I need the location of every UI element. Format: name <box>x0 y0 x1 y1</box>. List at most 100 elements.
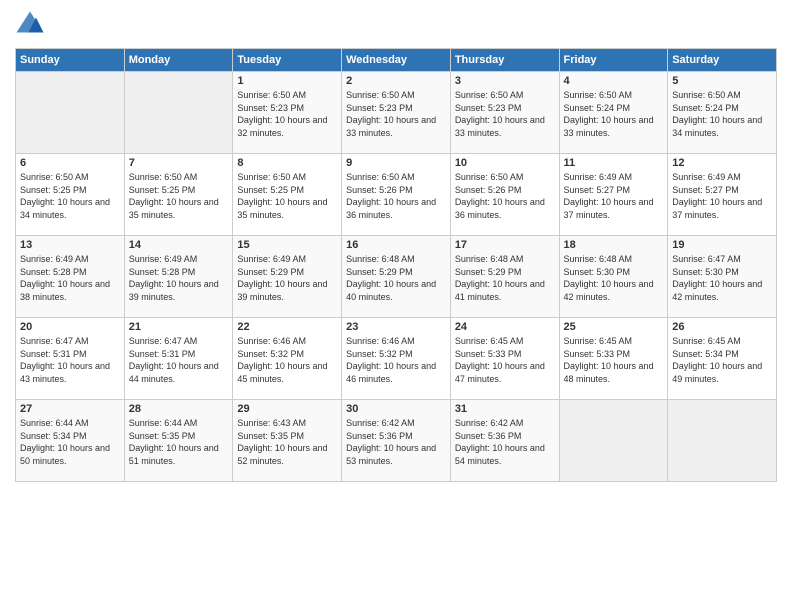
day-info: Sunrise: 6:49 AM Sunset: 5:28 PM Dayligh… <box>129 253 229 303</box>
day-number: 24 <box>455 321 555 333</box>
day-cell: 9 Sunrise: 6:50 AM Sunset: 5:26 PM Daylig… <box>342 154 451 236</box>
day-info: Sunrise: 6:50 AM Sunset: 5:26 PM Dayligh… <box>455 171 555 221</box>
day-cell: 5 Sunrise: 6:50 AM Sunset: 5:24 PM Daylig… <box>668 72 777 154</box>
day-cell: 16 Sunrise: 6:48 AM Sunset: 5:29 PM Dayli… <box>342 236 451 318</box>
day-cell: 7 Sunrise: 6:50 AM Sunset: 5:25 PM Daylig… <box>124 154 233 236</box>
day-info: Sunrise: 6:47 AM Sunset: 5:31 PM Dayligh… <box>20 335 120 385</box>
day-cell: 8 Sunrise: 6:50 AM Sunset: 5:25 PM Daylig… <box>233 154 342 236</box>
day-cell: 17 Sunrise: 6:48 AM Sunset: 5:29 PM Dayli… <box>450 236 559 318</box>
day-cell: 10Sunrise: 6:50 AM Sunset: 5:26 PM Dayli… <box>450 154 559 236</box>
day-number: 3 <box>455 75 555 87</box>
day-info: Sunrise: 6:46 AM Sunset: 5:32 PM Dayligh… <box>237 335 337 385</box>
day-cell <box>16 72 125 154</box>
day-number: 16 <box>346 239 446 251</box>
day-cell: 31Sunrise: 6:42 AM Sunset: 5:36 PM Dayli… <box>450 400 559 482</box>
logo-icon <box>15 10 45 40</box>
day-info: Sunrise: 6:50 AM Sunset: 5:26 PM Dayligh… <box>346 171 446 221</box>
day-cell: 21 Sunrise: 6:47 AM Sunset: 5:31 PM Dayli… <box>124 318 233 400</box>
day-number: 15 <box>237 239 337 251</box>
day-info: Sunrise: 6:48 AM Sunset: 5:29 PM Dayligh… <box>455 253 555 303</box>
day-number: 9 <box>346 157 446 169</box>
calendar-body: 1 Sunrise: 6:50 AM Sunset: 5:23 PM Daylig… <box>16 72 777 482</box>
day-cell: 29 Sunrise: 6:43 AM Sunset: 5:35 PM Dayli… <box>233 400 342 482</box>
day-info: Sunrise: 6:50 AM Sunset: 5:24 PM Dayligh… <box>672 89 772 139</box>
day-number: 21 <box>129 321 229 333</box>
day-info: Sunrise: 6:42 AM Sunset: 5:36 PM Dayligh… <box>346 417 446 467</box>
day-cell: 24 Sunrise: 6:45 AM Sunset: 5:33 PM Dayli… <box>450 318 559 400</box>
day-cell: 26 Sunrise: 6:45 AM Sunset: 5:34 PM Dayli… <box>668 318 777 400</box>
day-cell: 6 Sunrise: 6:50 AM Sunset: 5:25 PM Daylig… <box>16 154 125 236</box>
day-number: 12 <box>672 157 772 169</box>
day-info: Sunrise: 6:50 AM Sunset: 5:23 PM Dayligh… <box>455 89 555 139</box>
day-info: Sunrise: 6:48 AM Sunset: 5:29 PM Dayligh… <box>346 253 446 303</box>
calendar-header: SundayMondayTuesdayWednesdayThursdayFrid… <box>16 49 777 72</box>
day-info: Sunrise: 6:50 AM Sunset: 5:25 PM Dayligh… <box>20 171 120 221</box>
day-info: Sunrise: 6:50 AM Sunset: 5:23 PM Dayligh… <box>237 89 337 139</box>
week-row-5: 27 Sunrise: 6:44 AM Sunset: 5:34 PM Dayli… <box>16 400 777 482</box>
day-number: 23 <box>346 321 446 333</box>
day-number: 6 <box>20 157 120 169</box>
day-cell <box>668 400 777 482</box>
day-number: 4 <box>564 75 664 87</box>
week-row-2: 6 Sunrise: 6:50 AM Sunset: 5:25 PM Daylig… <box>16 154 777 236</box>
day-cell: 2Sunrise: 6:50 AM Sunset: 5:23 PM Daylig… <box>342 72 451 154</box>
day-cell: 20 Sunrise: 6:47 AM Sunset: 5:31 PM Dayli… <box>16 318 125 400</box>
calendar-table: SundayMondayTuesdayWednesdayThursdayFrid… <box>15 48 777 482</box>
day-number: 11 <box>564 157 664 169</box>
day-cell: 22 Sunrise: 6:46 AM Sunset: 5:32 PM Dayli… <box>233 318 342 400</box>
day-cell: 4 Sunrise: 6:50 AM Sunset: 5:24 PM Daylig… <box>559 72 668 154</box>
day-info: Sunrise: 6:47 AM Sunset: 5:30 PM Dayligh… <box>672 253 772 303</box>
header <box>15 10 777 40</box>
day-cell <box>559 400 668 482</box>
day-number: 26 <box>672 321 772 333</box>
logo <box>15 10 49 40</box>
day-cell <box>124 72 233 154</box>
day-number: 7 <box>129 157 229 169</box>
day-number: 8 <box>237 157 337 169</box>
day-info: Sunrise: 6:45 AM Sunset: 5:33 PM Dayligh… <box>455 335 555 385</box>
day-cell: 30 Sunrise: 6:42 AM Sunset: 5:36 PM Dayli… <box>342 400 451 482</box>
day-info: Sunrise: 6:50 AM Sunset: 5:25 PM Dayligh… <box>129 171 229 221</box>
day-info: Sunrise: 6:49 AM Sunset: 5:27 PM Dayligh… <box>672 171 772 221</box>
day-cell: 19 Sunrise: 6:47 AM Sunset: 5:30 PM Dayli… <box>668 236 777 318</box>
day-info: Sunrise: 6:50 AM Sunset: 5:25 PM Dayligh… <box>237 171 337 221</box>
day-number: 19 <box>672 239 772 251</box>
day-cell: 13 Sunrise: 6:49 AM Sunset: 5:28 PM Dayli… <box>16 236 125 318</box>
day-cell: 28Sunrise: 6:44 AM Sunset: 5:35 PM Dayli… <box>124 400 233 482</box>
day-number: 1 <box>237 75 337 87</box>
day-number: 20 <box>20 321 120 333</box>
header-sunday: Sunday <box>16 49 125 72</box>
day-cell: 12 Sunrise: 6:49 AM Sunset: 5:27 PM Dayli… <box>668 154 777 236</box>
day-cell: 23 Sunrise: 6:46 AM Sunset: 5:32 PM Dayli… <box>342 318 451 400</box>
day-info: Sunrise: 6:45 AM Sunset: 5:33 PM Dayligh… <box>564 335 664 385</box>
day-info: Sunrise: 6:50 AM Sunset: 5:24 PM Dayligh… <box>564 89 664 139</box>
week-row-1: 1 Sunrise: 6:50 AM Sunset: 5:23 PM Daylig… <box>16 72 777 154</box>
day-info: Sunrise: 6:44 AM Sunset: 5:34 PM Dayligh… <box>20 417 120 467</box>
day-cell: 27 Sunrise: 6:44 AM Sunset: 5:34 PM Dayli… <box>16 400 125 482</box>
day-cell: 3 Sunrise: 6:50 AM Sunset: 5:23 PM Daylig… <box>450 72 559 154</box>
day-number: 30 <box>346 403 446 415</box>
day-info: Sunrise: 6:49 AM Sunset: 5:27 PM Dayligh… <box>564 171 664 221</box>
day-number: 22 <box>237 321 337 333</box>
day-info: Sunrise: 6:45 AM Sunset: 5:34 PM Dayligh… <box>672 335 772 385</box>
day-info: Sunrise: 6:43 AM Sunset: 5:35 PM Dayligh… <box>237 417 337 467</box>
day-cell: 25 Sunrise: 6:45 AM Sunset: 5:33 PM Dayli… <box>559 318 668 400</box>
day-info: Sunrise: 6:42 AM Sunset: 5:36 PM Dayligh… <box>455 417 555 467</box>
day-number: 29 <box>237 403 337 415</box>
day-cell: 15Sunrise: 6:49 AM Sunset: 5:29 PM Dayli… <box>233 236 342 318</box>
day-cell: 18Sunrise: 6:48 AM Sunset: 5:30 PM Dayli… <box>559 236 668 318</box>
day-number: 27 <box>20 403 120 415</box>
day-number: 13 <box>20 239 120 251</box>
day-number: 5 <box>672 75 772 87</box>
day-number: 17 <box>455 239 555 251</box>
day-number: 18 <box>564 239 664 251</box>
day-info: Sunrise: 6:47 AM Sunset: 5:31 PM Dayligh… <box>129 335 229 385</box>
day-info: Sunrise: 6:46 AM Sunset: 5:32 PM Dayligh… <box>346 335 446 385</box>
header-saturday: Saturday <box>668 49 777 72</box>
day-number: 14 <box>129 239 229 251</box>
day-info: Sunrise: 6:44 AM Sunset: 5:35 PM Dayligh… <box>129 417 229 467</box>
day-info: Sunrise: 6:49 AM Sunset: 5:28 PM Dayligh… <box>20 253 120 303</box>
week-row-4: 20 Sunrise: 6:47 AM Sunset: 5:31 PM Dayli… <box>16 318 777 400</box>
day-number: 25 <box>564 321 664 333</box>
header-thursday: Thursday <box>450 49 559 72</box>
